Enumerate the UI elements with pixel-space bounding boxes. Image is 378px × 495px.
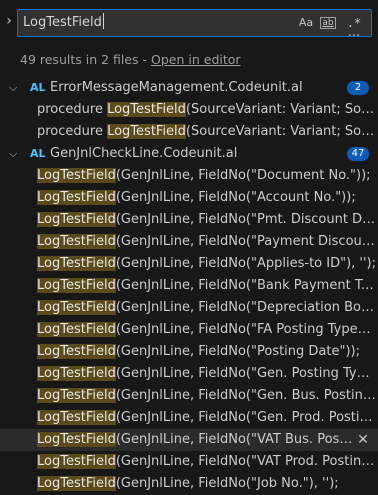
chevron-down-icon[interactable]: ⌵ bbox=[9, 77, 21, 99]
search-result-line[interactable]: LogTestField(GenJnlLine, FieldNo("Bank P… bbox=[0, 275, 378, 297]
result-suffix: (GenJnlLine, FieldNo("Applies-to ID"), '… bbox=[115, 256, 376, 271]
result-text: LogTestField(GenJnlLine, FieldNo("FA Pos… bbox=[37, 319, 376, 341]
match-highlight: LogTestField bbox=[37, 410, 116, 425]
result-suffix: (SourceVariant: Variant; SourceFiel... bbox=[185, 124, 376, 139]
match-case-toggle[interactable]: Aa bbox=[297, 14, 315, 32]
match-count-badge: 47 bbox=[347, 147, 369, 161]
match-highlight: LogTestField bbox=[37, 432, 116, 447]
match-highlight: LogTestField bbox=[37, 256, 116, 271]
result-text: LogTestField(GenJnlLine, FieldNo("Deprec… bbox=[37, 297, 376, 319]
result-text: LogTestField(GenJnlLine, FieldNo("Postin… bbox=[37, 341, 376, 363]
result-suffix: (GenJnlLine, FieldNo("VAT Prod. Posting … bbox=[115, 454, 376, 469]
match-highlight: LogTestField bbox=[37, 388, 116, 403]
match-highlight: LogTestField bbox=[107, 102, 186, 117]
result-text: LogTestField(GenJnlLine, FieldNo("Docume… bbox=[37, 165, 376, 187]
result-suffix: (GenJnlLine, FieldNo("Job No."), ''); bbox=[115, 476, 339, 491]
whole-word-toggle[interactable]: ab bbox=[318, 14, 338, 32]
result-suffix: (GenJnlLine, FieldNo("Pmt. Discount Date… bbox=[115, 212, 376, 227]
match-highlight: LogTestField bbox=[37, 300, 116, 315]
search-result-line[interactable]: procedure LogTestField(SourceVariant: Va… bbox=[0, 99, 378, 121]
result-text: LogTestField(GenJnlLine, FieldNo("Pmt. D… bbox=[37, 209, 376, 231]
file-group-header[interactable]: ⌵ AL ErrorMessageManagement.Codeunit.al 2 bbox=[0, 77, 378, 99]
result-text: procedure LogTestField(SourceVariant: Va… bbox=[37, 121, 376, 143]
search-result-line[interactable]: LogTestField(GenJnlLine, FieldNo("Postin… bbox=[0, 341, 378, 363]
file-name: GenJnlCheckLine.Codeunit.al bbox=[50, 146, 238, 161]
match-highlight: LogTestField bbox=[37, 322, 116, 337]
search-result-line[interactable]: LogTestField(GenJnlLine, FieldNo("Pmt. D… bbox=[0, 209, 378, 231]
match-highlight: LogTestField bbox=[37, 190, 116, 205]
result-text: LogTestField(GenJnlLine, FieldNo("Gen. P… bbox=[37, 363, 376, 385]
result-text: LogTestField(GenJnlLine, FieldNo("VAT Bu… bbox=[37, 429, 354, 451]
result-suffix: (GenJnlLine, FieldNo("VAT Bus. Posting .… bbox=[115, 432, 354, 447]
search-result-line[interactable]: LogTestField(GenJnlLine, FieldNo("Docume… bbox=[0, 165, 378, 187]
match-highlight: LogTestField bbox=[37, 366, 116, 381]
result-text: LogTestField(GenJnlLine, FieldNo("Gen. P… bbox=[37, 407, 376, 429]
ellipsis-icon[interactable]: ··· bbox=[345, 30, 363, 46]
result-text: LogTestField(GenJnlLine, FieldNo("Job No… bbox=[37, 473, 376, 495]
match-highlight: LogTestField bbox=[37, 234, 116, 249]
match-highlight: LogTestField bbox=[37, 278, 116, 293]
result-prefix: procedure bbox=[37, 102, 108, 117]
match-highlight: LogTestField bbox=[37, 212, 116, 227]
match-count-badge: 2 bbox=[347, 81, 369, 95]
results-tree: ⌵ AL ErrorMessageManagement.Codeunit.al 2 pr… bbox=[0, 77, 378, 495]
chevron-right-icon[interactable]: › bbox=[2, 4, 16, 38]
result-suffix: (GenJnlLine, FieldNo("Gen. Bus. Posting … bbox=[115, 388, 376, 403]
result-suffix: (GenJnlLine, FieldNo("Document No.")); bbox=[115, 168, 371, 183]
results-summary: 49 results in 2 files - Open in editor bbox=[20, 51, 241, 69]
result-prefix: procedure bbox=[37, 124, 108, 139]
search-result-line[interactable]: LogTestField(GenJnlLine, FieldNo("Deprec… bbox=[0, 297, 378, 319]
al-file-icon: AL bbox=[30, 81, 46, 94]
result-text: LogTestField(GenJnlLine, FieldNo("Accoun… bbox=[37, 187, 376, 209]
result-suffix: (GenJnlLine, FieldNo("Posting Date")); bbox=[115, 344, 360, 359]
close-icon[interactable]: ✕ bbox=[356, 429, 370, 451]
result-text: procedure LogTestField(SourceVariant: Va… bbox=[37, 99, 376, 121]
search-input[interactable]: LogTestField Aa ab .* bbox=[17, 9, 372, 37]
al-file-icon: AL bbox=[30, 147, 46, 160]
result-text: LogTestField(GenJnlLine, FieldNo("Gen. B… bbox=[37, 385, 376, 407]
result-suffix: (GenJnlLine, FieldNo("Payment Discount %… bbox=[115, 234, 376, 249]
result-suffix: (GenJnlLine, FieldNo("FA Posting Type"),… bbox=[115, 322, 376, 337]
match-highlight: LogTestField bbox=[37, 476, 116, 491]
search-result-line[interactable]: LogTestField(GenJnlLine, FieldNo("FA Pos… bbox=[0, 319, 378, 341]
result-text: LogTestField(GenJnlLine, FieldNo("Bank P… bbox=[37, 275, 376, 297]
result-suffix: (GenJnlLine, FieldNo("Account No.")); bbox=[115, 190, 356, 205]
search-result-line[interactable]: LogTestField(GenJnlLine, FieldNo("Gen. P… bbox=[0, 407, 378, 429]
file-group-header[interactable]: ⌵ AL GenJnlCheckLine.Codeunit.al 47 bbox=[0, 143, 378, 165]
search-result-line[interactable]: LogTestField(GenJnlLine, FieldNo("VAT Pr… bbox=[0, 451, 378, 473]
result-suffix: (SourceVariant: Variant; SourceFiel... bbox=[185, 102, 376, 117]
result-suffix: (GenJnlLine, FieldNo("Gen. Prod. Posting… bbox=[115, 410, 376, 425]
result-suffix: (GenJnlLine, FieldNo("Depreciation Book … bbox=[115, 300, 376, 315]
open-in-editor-link[interactable]: Open in editor bbox=[151, 52, 241, 67]
search-result-line[interactable]: LogTestField(GenJnlLine, FieldNo("Job No… bbox=[0, 473, 378, 495]
result-text: LogTestField(GenJnlLine, FieldNo("Paymen… bbox=[37, 231, 376, 253]
match-highlight: LogTestField bbox=[37, 344, 116, 359]
result-suffix: (GenJnlLine, FieldNo("Gen. Posting Type"… bbox=[115, 366, 376, 381]
search-query-text[interactable]: LogTestField bbox=[23, 10, 104, 36]
result-text: LogTestField(GenJnlLine, FieldNo("VAT Pr… bbox=[37, 451, 376, 473]
match-highlight: LogTestField bbox=[107, 124, 186, 139]
results-count-text: 49 results in 2 files - bbox=[20, 52, 152, 67]
search-row: › LogTestField Aa ab .* bbox=[0, 4, 378, 38]
search-result-line[interactable]: LogTestField(GenJnlLine, FieldNo("Gen. B… bbox=[0, 385, 378, 407]
result-text: LogTestField(GenJnlLine, FieldNo("Applie… bbox=[37, 253, 376, 275]
match-highlight: LogTestField bbox=[37, 454, 116, 469]
search-result-line[interactable]: LogTestField(GenJnlLine, FieldNo("Applie… bbox=[0, 253, 378, 275]
search-result-line[interactable]: procedure LogTestField(SourceVariant: Va… bbox=[0, 121, 378, 143]
result-suffix: (GenJnlLine, FieldNo("Bank Payment Type"… bbox=[115, 278, 376, 293]
search-result-line[interactable]: LogTestField(GenJnlLine, FieldNo("Paymen… bbox=[0, 231, 378, 253]
chevron-down-icon[interactable]: ⌵ bbox=[9, 143, 21, 165]
match-highlight: LogTestField bbox=[37, 168, 116, 183]
search-result-line[interactable]: LogTestField(GenJnlLine, FieldNo("Gen. P… bbox=[0, 363, 378, 385]
file-name: ErrorMessageManagement.Codeunit.al bbox=[50, 80, 303, 95]
search-result-line[interactable]: LogTestField(GenJnlLine, FieldNo("Accoun… bbox=[0, 187, 378, 209]
search-result-line[interactable]: LogTestField(GenJnlLine, FieldNo("VAT Bu… bbox=[0, 429, 378, 451]
